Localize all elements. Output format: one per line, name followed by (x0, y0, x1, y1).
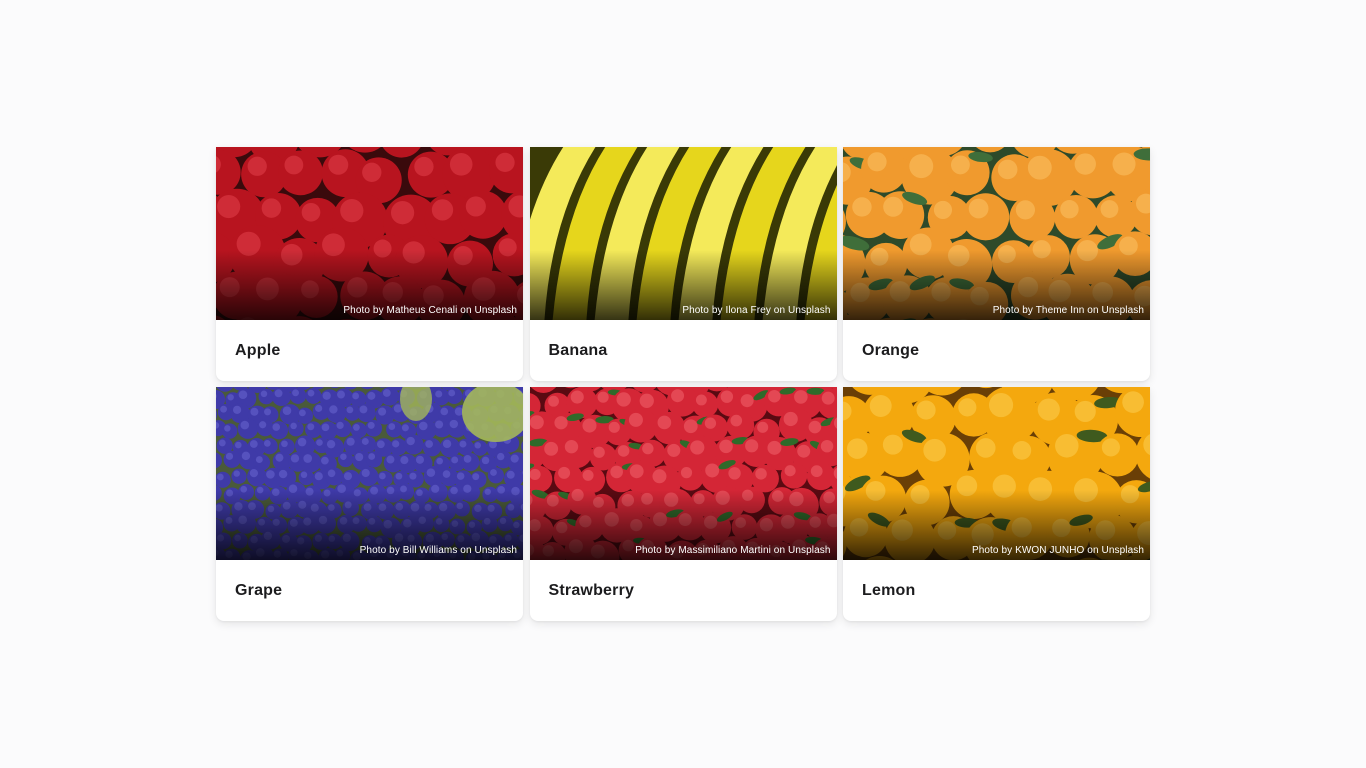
photo-credit: Photo by Massimiliano Martini on Unsplas… (635, 545, 831, 556)
fruit-photo: Photo by Matheus Cenali on Unsplash (216, 147, 523, 320)
fruit-name: Apple (235, 341, 281, 359)
fruit-name: Orange (862, 341, 920, 359)
fruit-name: Banana (548, 341, 608, 359)
fruit-name: Grape (235, 581, 283, 599)
fruit-photo: Photo by Ilona Frey on Unsplash (529, 147, 837, 320)
photo-credit: Photo by KWON JUNHO on Unsplash (971, 545, 1144, 556)
photo-credit: Photo by Bill Williams on Unsplash (359, 545, 517, 556)
fruit-photo: Photo by Bill Williams on Unsplash (216, 387, 523, 560)
fruit-card[interactable]: Photo by Ilona Frey on Unsplash Banana (529, 147, 837, 381)
fruit-name: Strawberry (548, 581, 635, 599)
fruit-card[interactable]: Photo by KWON JUNHO on Unsplash Lemon (843, 387, 1150, 621)
photo-credit: Photo by Ilona Frey on Unsplash (682, 305, 831, 316)
photo-credit: Photo by Matheus Cenali on Unsplash (343, 305, 517, 316)
fruit-photo: Photo by Massimiliano Martini on Unsplas… (529, 387, 837, 560)
fruit-photo: Photo by Theme Inn on Unsplash (843, 147, 1150, 320)
fruit-card[interactable]: Photo by Bill Williams on Unsplash Grape (216, 387, 523, 621)
fruit-card[interactable]: Photo by Matheus Cenali on Unsplash Appl… (216, 147, 523, 381)
fruit-card-grid: Photo by Matheus Cenali on Unsplash Appl… (216, 147, 1150, 621)
fruit-name: Lemon (862, 581, 916, 599)
fruit-card[interactable]: Photo by Theme Inn on Unsplash Orange (843, 147, 1150, 381)
fruit-card[interactable]: Photo by Massimiliano Martini on Unsplas… (529, 387, 837, 621)
photo-credit: Photo by Theme Inn on Unsplash (992, 305, 1144, 316)
fruit-photo: Photo by KWON JUNHO on Unsplash (843, 387, 1150, 560)
